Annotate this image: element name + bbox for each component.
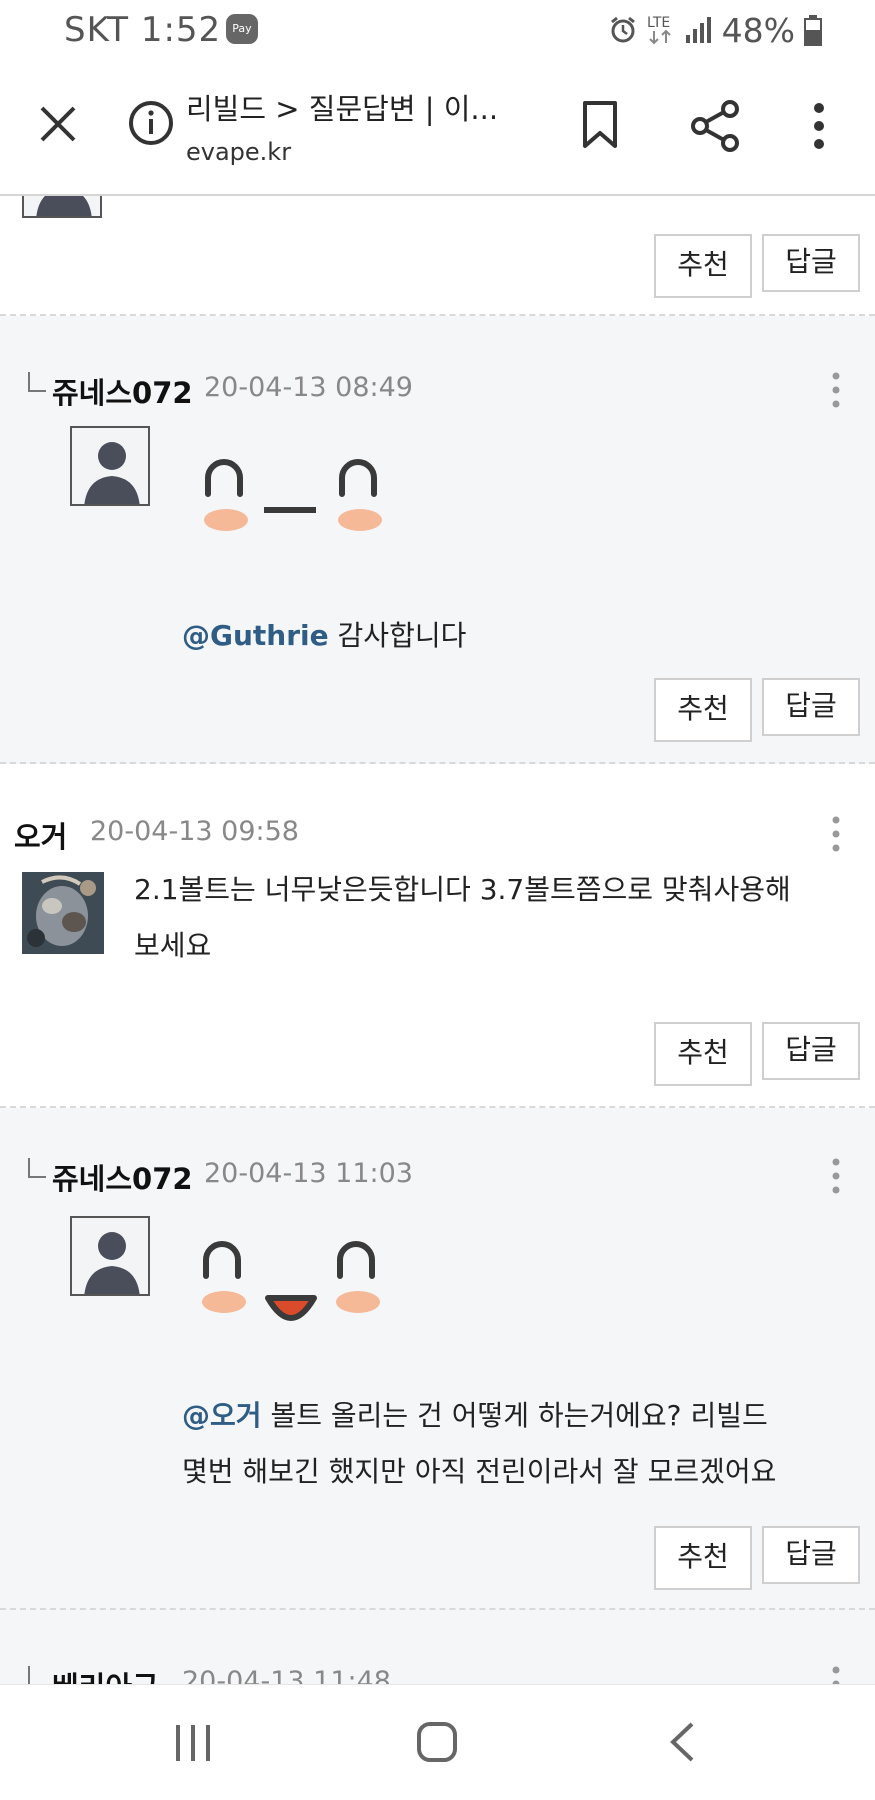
comment-author[interactable]: 베리아근	[52, 1664, 159, 1684]
comment-menu-icon[interactable]	[831, 1158, 841, 1194]
close-icon[interactable]	[36, 102, 80, 146]
recommend-button[interactable]: 추천	[654, 234, 752, 298]
comment-date: 20-04-13 11:03	[204, 1158, 413, 1189]
reply-button[interactable]: 답글	[762, 678, 860, 736]
comment-date: 20-04-13 08:49	[204, 372, 413, 403]
default-avatar-icon	[36, 196, 92, 216]
reply-indicator-icon	[28, 372, 46, 392]
mention-link[interactable]: @오거	[182, 1399, 262, 1432]
comment-author[interactable]: 쥬네스072	[52, 1156, 193, 1198]
page-url[interactable]: evape.kr	[186, 138, 291, 166]
battery-percent: 48%	[721, 10, 795, 50]
profile-photo-icon	[22, 872, 104, 954]
recommend-button[interactable]: 추천	[654, 1022, 752, 1086]
laugh-emoticon-icon	[202, 1241, 380, 1321]
comment-list: 추천 답글 쥬네스072 20-04-13 08:49 @Guthrie 감사합…	[0, 196, 875, 1684]
reply-button[interactable]: 답글	[762, 1526, 860, 1584]
comment-text-line2: 몇번 해보긴 했지만 아직 전린이라서 잘 모르겠어요	[182, 1455, 777, 1488]
reply-button[interactable]: 답글	[762, 1022, 860, 1080]
comment-item: 쥬네스072 20-04-13 08:49 @Guthrie 감사합니다 추천 …	[0, 316, 875, 764]
comment-menu-icon[interactable]	[831, 1666, 841, 1684]
back-icon[interactable]	[668, 1721, 696, 1763]
reply-indicator-icon	[28, 1158, 46, 1178]
status-indicators: LTE 48%	[608, 10, 823, 50]
pay-badge-icon: Pay	[226, 14, 258, 44]
comment-text: 감사합니다	[337, 619, 467, 652]
avatar	[70, 1216, 150, 1296]
status-bar: SKT 1:52 Pay LTE 48%	[0, 0, 875, 62]
svg-text:LTE: LTE	[647, 15, 670, 31]
page-title[interactable]: 리빌드 > 질문답변 | 이...	[186, 86, 526, 128]
comment-text: 2.1볼트는 너무낮은듯합니다 3.7볼트쯤으로 맞춰사용해	[134, 873, 791, 906]
comment-item: 베리아근 20-04-13 11:48	[0, 1610, 875, 1684]
default-avatar-icon	[84, 442, 140, 504]
comment-menu-icon[interactable]	[831, 816, 841, 852]
comment-item: 쥬네스072 20-04-13 11:03 @오거 볼트 올리는 건 어떻게 하…	[0, 1108, 875, 1610]
avatar	[22, 872, 104, 954]
status-time: SKT 1:52	[64, 10, 222, 50]
comment-author[interactable]: 쥬네스072	[52, 370, 193, 412]
comment-item-previous: 추천 답글	[0, 196, 875, 316]
comment-body: @Guthrie 감사합니다	[182, 608, 466, 664]
more-vert-icon[interactable]	[812, 102, 826, 150]
comment-text-line2: 보세요	[134, 929, 212, 962]
mention-link[interactable]: @Guthrie	[182, 619, 329, 652]
alarm-icon	[610, 16, 635, 43]
signal-icon	[685, 17, 711, 43]
recommend-button[interactable]: 추천	[654, 678, 752, 742]
lte-icon: LTE	[647, 15, 671, 45]
battery-icon	[804, 15, 822, 46]
recent-apps-icon[interactable]	[174, 1723, 212, 1763]
system-nav-bar	[0, 1684, 875, 1800]
smile-emoticon-icon	[204, 459, 382, 531]
comment-date: 20-04-13 09:58	[90, 816, 299, 847]
default-avatar-icon	[84, 1232, 140, 1294]
bookmark-icon[interactable]	[580, 100, 620, 150]
comment-item: 오거 20-04-13 09:58 2.1볼트는 너무낮은듯합니다 3.7볼트쯤…	[0, 764, 875, 1108]
comment-text: 볼트 올리는 건 어떻게 하는거에요? 리빌드	[270, 1399, 768, 1432]
comment-author[interactable]: 오거	[14, 814, 67, 856]
comment-body: @오거 볼트 올리는 건 어떻게 하는거에요? 리빌드 몇번 해보긴 했지만 아…	[182, 1388, 776, 1500]
browser-toolbar: 리빌드 > 질문답변 | 이... evape.kr	[0, 62, 875, 196]
reply-button[interactable]: 답글	[762, 234, 860, 292]
home-icon[interactable]	[416, 1721, 458, 1763]
info-icon[interactable]	[128, 100, 174, 146]
comment-body: 2.1볼트는 너무낮은듯합니다 3.7볼트쯤으로 맞춰사용해 보세요	[134, 862, 791, 974]
recommend-button[interactable]: 추천	[654, 1526, 752, 1590]
share-icon[interactable]	[690, 100, 740, 152]
reply-indicator-icon	[28, 1666, 46, 1684]
avatar	[22, 196, 102, 218]
comment-menu-icon[interactable]	[831, 372, 841, 408]
comment-date: 20-04-13 11:48	[182, 1666, 391, 1684]
avatar	[70, 426, 150, 506]
